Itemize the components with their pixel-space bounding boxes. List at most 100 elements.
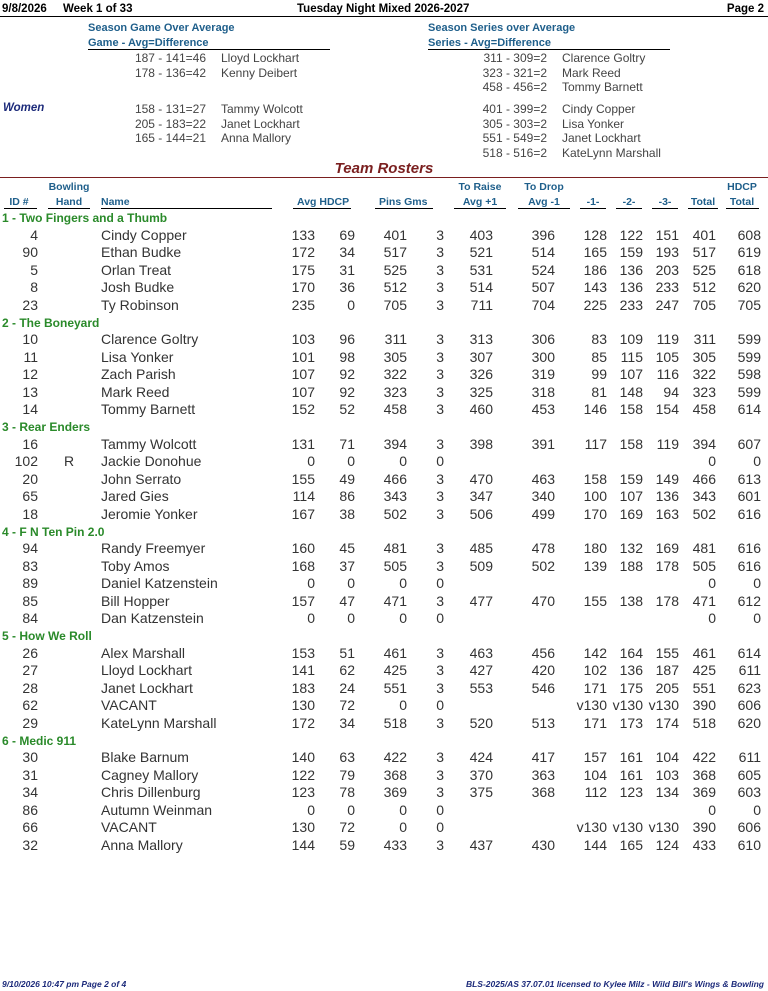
cell-game1: 171 (583, 714, 607, 731)
cell-game3: 119 (656, 435, 679, 452)
cell-hdcp-total: 614 (737, 401, 761, 418)
cell-id: 66 (22, 819, 38, 836)
avg-bowler-name: Cindy Copper (562, 102, 636, 116)
cell-id: 18 (22, 505, 38, 522)
cell-name: Josh Budke (101, 279, 175, 296)
avg-bowler-name: Tammy Wolcott (221, 102, 303, 116)
report-date: 9/8/2026 (2, 3, 47, 15)
cell-id: 28 (22, 679, 38, 696)
cell-to-drop: 514 (531, 244, 555, 261)
cell-avg: 107 (291, 366, 315, 383)
cell-to-drop: 470 (531, 592, 555, 609)
cell-name: Anna Mallory (101, 837, 183, 853)
cell-game1: 158 (583, 470, 607, 487)
cell-to-drop: 340 (531, 488, 555, 505)
cell-name: Cindy Copper (101, 226, 187, 243)
cell-to-drop: 319 (531, 366, 555, 383)
col-avg-minus1: Avg -1 (528, 196, 560, 208)
cell-to-raise: 347 (469, 488, 493, 505)
cell-hdcp-total: 599 (737, 331, 761, 347)
cell-avg: 175 (291, 261, 315, 278)
cell-hdcp-total: 601 (737, 488, 761, 505)
cell-gms: 3 (436, 331, 444, 347)
cell-total: 502 (692, 505, 716, 522)
cell-name: Cagney Mallory (101, 766, 199, 783)
cell-game3: 103 (655, 766, 679, 783)
col-hdcp: HDCP (727, 181, 757, 193)
cell-total: 551 (692, 679, 716, 696)
cell-game3: 104 (655, 749, 679, 765)
cell-game2: 107 (619, 366, 643, 383)
team-header: 1 - Two Fingers and a Thumb (2, 211, 168, 225)
cell-to-drop: 368 (531, 784, 555, 801)
series-over-avg-subtitle: Series - Avg=Difference (428, 37, 551, 49)
cell-gms: 3 (436, 592, 444, 609)
cell-total: 369 (692, 784, 716, 801)
cell-hdcp-total: 620 (737, 714, 761, 731)
cell-total: 461 (692, 644, 716, 661)
cell-avg: 144 (291, 837, 315, 853)
cell-game2: 107 (619, 488, 643, 505)
cell-hdcp-total: 618 (737, 261, 761, 278)
avg-bowler-name: Clarence Goltry (562, 51, 646, 65)
cell-to-raise: 403 (469, 226, 493, 243)
cell-game2: 175 (619, 679, 643, 696)
cell-pins: 0 (399, 819, 407, 836)
cell-hdcp: 34 (339, 244, 355, 261)
cell-pins: 305 (383, 348, 407, 365)
cell-name: KateLynn Marshall (101, 714, 217, 731)
col-hdcp-total: Total (729, 196, 755, 208)
cell-gms: 0 (436, 801, 444, 818)
col-underline (48, 208, 90, 209)
cell-hdcp-total: 613 (737, 470, 761, 487)
cell-id: 26 (22, 644, 38, 661)
cell-game1: 146 (583, 401, 607, 418)
cell-hdcp-total: 0 (753, 801, 761, 818)
cell-avg: 170 (291, 279, 315, 296)
cell-game2: 159 (619, 244, 643, 261)
cell-game2: 169 (619, 505, 643, 522)
col-game2: -2- (622, 196, 636, 208)
cell-pins: 551 (383, 679, 407, 696)
col-to-drop: To Drop (524, 181, 564, 193)
page-number: Page 2 (726, 3, 764, 15)
cell-game1: 100 (583, 488, 607, 505)
cell-game2: 159 (619, 470, 643, 487)
series-over-avg-title: Season Series over Average (428, 22, 576, 34)
col-pins-gms: Pins Gms (379, 196, 428, 208)
cell-hdcp: 98 (339, 348, 355, 365)
cell-game2: v130 (612, 819, 643, 836)
cell-avg: 0 (307, 453, 315, 470)
cell-game2: 233 (619, 296, 643, 313)
cell-game1: 155 (583, 592, 607, 609)
rosters-title-divider (0, 177, 768, 178)
cell-game2: 123 (619, 784, 643, 801)
cell-name: Tommy Barnett (101, 401, 196, 418)
cell-total: 458 (692, 401, 716, 418)
cell-total: 0 (708, 801, 716, 818)
cell-game2: 158 (619, 401, 643, 418)
cell-hdcp: 72 (339, 697, 355, 714)
cell-game3: 119 (656, 331, 679, 347)
team-header: 2 - The Boneyard (2, 315, 100, 330)
cell-hdcp-total: 610 (737, 837, 761, 853)
cell-total: 433 (692, 837, 716, 853)
cell-game3: 155 (655, 644, 679, 661)
cell-game3: 169 (655, 540, 679, 556)
cell-pins: 471 (383, 592, 407, 609)
cell-total: 305 (692, 348, 716, 365)
cell-name: Randy Freemyer (101, 540, 206, 556)
team-header: 6 - Medic 911 (2, 733, 77, 748)
cell-gms: 3 (436, 348, 444, 365)
cell-to-drop: 499 (531, 505, 555, 522)
cell-id: 20 (22, 470, 38, 487)
cell-id: 14 (22, 401, 38, 418)
cell-game1: 83 (591, 331, 607, 347)
league-title: Tuesday Night Mixed 2026-2027 (297, 3, 470, 15)
col-total: Total (690, 196, 716, 208)
cell-to-drop: 524 (531, 261, 555, 278)
cell-id: 13 (22, 383, 38, 400)
cell-hdcp-total: 623 (737, 679, 761, 696)
cell-id: 62 (22, 697, 38, 714)
cell-to-drop: 300 (531, 348, 555, 365)
